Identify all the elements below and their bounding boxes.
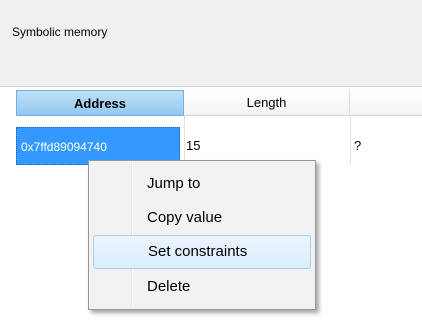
menu-item-delete[interactable]: Delete bbox=[93, 270, 311, 304]
panel-header: Symbolic memory bbox=[0, 0, 422, 86]
panel-title: Symbolic memory bbox=[12, 25, 108, 39]
column-divider bbox=[184, 116, 185, 164]
menu-item-jump-to[interactable]: Jump to bbox=[93, 167, 311, 201]
menu-item-copy-value[interactable]: Copy value bbox=[93, 201, 311, 235]
column-header-extra[interactable] bbox=[350, 90, 422, 116]
column-divider bbox=[350, 116, 351, 164]
table-cell-extra[interactable]: ? bbox=[354, 127, 414, 165]
symbolic-memory-window: Symbolic memory Address Length 0x7ffd890… bbox=[0, 0, 422, 329]
context-menu: Jump to Copy value Set constraints Delet… bbox=[88, 160, 316, 310]
column-header-address[interactable]: Address bbox=[16, 90, 184, 116]
column-header-length[interactable]: Length bbox=[184, 90, 350, 116]
menu-item-set-constraints[interactable]: Set constraints bbox=[93, 235, 311, 269]
